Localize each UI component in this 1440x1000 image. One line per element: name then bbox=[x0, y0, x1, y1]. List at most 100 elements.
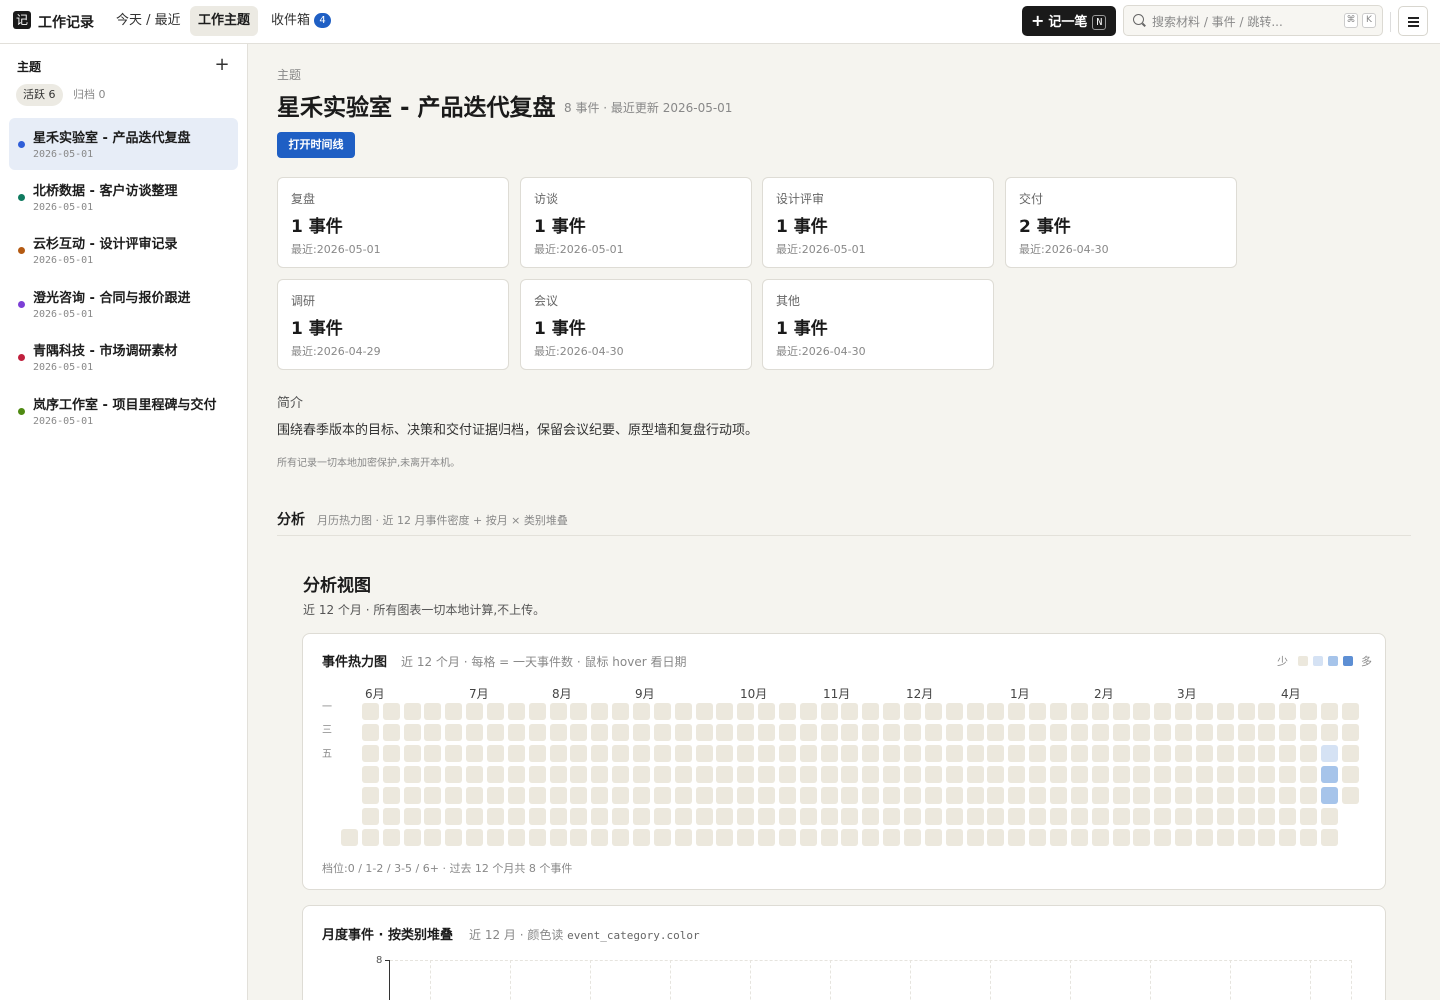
heatmap-day-cell[interactable] bbox=[1195, 808, 1213, 825]
heatmap-day-cell[interactable] bbox=[716, 724, 734, 741]
heatmap-day-cell[interactable] bbox=[591, 745, 609, 762]
heatmap-day-cell[interactable] bbox=[1049, 787, 1067, 804]
heatmap-day-cell[interactable] bbox=[799, 724, 817, 741]
add-topic-icon[interactable]: + bbox=[214, 54, 230, 75]
heatmap-day-cell[interactable] bbox=[487, 787, 504, 804]
heatmap-day-cell[interactable] bbox=[820, 766, 838, 783]
heatmap-day-cell[interactable] bbox=[632, 787, 650, 804]
heatmap-day-cell[interactable] bbox=[1112, 703, 1130, 720]
heatmap-day-cell[interactable] bbox=[716, 703, 734, 720]
heatmap-day-cell[interactable] bbox=[924, 808, 942, 825]
heatmap-day-cell[interactable] bbox=[424, 808, 442, 825]
heatmap-day-cell[interactable] bbox=[591, 766, 609, 783]
heatmap-day-cell[interactable] bbox=[1008, 745, 1026, 762]
heatmap-day-cell[interactable] bbox=[1300, 724, 1318, 741]
heatmap-day-cell[interactable] bbox=[1341, 745, 1359, 762]
heatmap-day-cell[interactable] bbox=[778, 787, 796, 804]
heatmap-day-cell[interactable] bbox=[1341, 766, 1359, 783]
heatmap-day-cell[interactable] bbox=[507, 766, 525, 783]
heatmap-day-cell[interactable] bbox=[966, 787, 984, 804]
heatmap-day-cell[interactable] bbox=[1091, 724, 1109, 741]
heatmap-day-cell[interactable] bbox=[758, 703, 775, 720]
heatmap-day-cell[interactable] bbox=[1237, 787, 1255, 804]
heatmap-day-cell[interactable] bbox=[1133, 766, 1151, 783]
heatmap-day-cell[interactable] bbox=[966, 829, 984, 846]
heatmap-day-cell[interactable] bbox=[924, 829, 942, 846]
heatmap-day-cell[interactable] bbox=[445, 745, 463, 762]
heatmap-day-cell[interactable] bbox=[487, 745, 504, 762]
heatmap-day-cell[interactable] bbox=[1321, 703, 1338, 720]
heatmap-day-cell[interactable] bbox=[424, 787, 442, 804]
heatmap-day-cell[interactable] bbox=[1070, 808, 1088, 825]
heatmap-day-cell[interactable] bbox=[361, 787, 379, 804]
app-name[interactable]: 工作记录 bbox=[38, 12, 94, 32]
heatmap-day-cell[interactable] bbox=[987, 829, 1005, 846]
heatmap-day-cell[interactable] bbox=[862, 724, 880, 741]
heatmap-day-cell[interactable] bbox=[1133, 745, 1151, 762]
heatmap-day-cell[interactable] bbox=[1300, 745, 1318, 762]
heatmap-day-cell[interactable] bbox=[1237, 703, 1255, 720]
heatmap-day-cell[interactable] bbox=[1008, 808, 1026, 825]
heatmap-day-cell[interactable] bbox=[549, 724, 567, 741]
heatmap-day-cell[interactable] bbox=[528, 724, 546, 741]
heatmap-day-cell[interactable] bbox=[841, 724, 859, 741]
heatmap-day-cell[interactable] bbox=[695, 766, 713, 783]
heatmap-day-cell[interactable] bbox=[1008, 703, 1026, 720]
heatmap-day-cell[interactable] bbox=[883, 829, 901, 846]
heatmap-day-cell[interactable] bbox=[1237, 745, 1255, 762]
heatmap-day-cell[interactable] bbox=[904, 703, 921, 720]
heatmap-day-cell[interactable] bbox=[674, 808, 692, 825]
heatmap-day-cell[interactable] bbox=[382, 703, 400, 720]
heatmap-day-cell[interactable] bbox=[549, 787, 567, 804]
heatmap-day-cell[interactable] bbox=[883, 745, 901, 762]
heatmap-day-cell[interactable] bbox=[1300, 829, 1318, 846]
heatmap-day-cell[interactable] bbox=[737, 766, 755, 783]
heatmap-day-cell[interactable] bbox=[1279, 745, 1297, 762]
heatmap-day-cell[interactable] bbox=[987, 766, 1005, 783]
heatmap-day-cell[interactable] bbox=[653, 787, 671, 804]
heatmap-day-cell[interactable] bbox=[716, 808, 734, 825]
heatmap-day-cell[interactable] bbox=[632, 703, 650, 720]
heatmap-day-cell[interactable] bbox=[445, 703, 463, 720]
heatmap-day-cell[interactable] bbox=[778, 745, 796, 762]
heatmap-day-cell[interactable] bbox=[1195, 724, 1213, 741]
heatmap-day-cell[interactable] bbox=[1029, 808, 1047, 825]
heatmap-day-cell[interactable] bbox=[841, 829, 859, 846]
heatmap-day-cell[interactable] bbox=[1070, 787, 1088, 804]
heatmap-day-cell[interactable] bbox=[570, 787, 588, 804]
heatmap-day-cell[interactable] bbox=[632, 724, 650, 741]
heatmap-day-cell[interactable] bbox=[403, 808, 421, 825]
heatmap-day-cell[interactable] bbox=[758, 766, 775, 783]
heatmap-day-cell[interactable] bbox=[904, 766, 921, 783]
heatmap-day-cell[interactable] bbox=[1321, 724, 1338, 741]
heatmap-day-cell[interactable] bbox=[883, 766, 901, 783]
heatmap-day-cell[interactable] bbox=[424, 703, 442, 720]
heatmap-day-cell[interactable] bbox=[591, 703, 609, 720]
heatmap-day-cell[interactable] bbox=[1133, 808, 1151, 825]
heatmap-day-cell[interactable] bbox=[862, 766, 880, 783]
heatmap-day-cell[interactable] bbox=[507, 724, 525, 741]
heatmap-day-cell[interactable] bbox=[737, 808, 755, 825]
heatmap-day-cell[interactable] bbox=[862, 829, 880, 846]
heatmap-day-cell[interactable] bbox=[799, 787, 817, 804]
heatmap-day-cell[interactable] bbox=[758, 787, 775, 804]
heatmap-day-cell[interactable] bbox=[361, 703, 379, 720]
heatmap-day-cell[interactable] bbox=[1008, 787, 1026, 804]
nav-topics[interactable]: 工作主题 bbox=[190, 6, 259, 36]
heatmap-day-cell[interactable] bbox=[570, 703, 588, 720]
heatmap-day-cell[interactable] bbox=[1341, 787, 1359, 804]
heatmap-day-cell[interactable] bbox=[487, 724, 504, 741]
heatmap-day-cell[interactable] bbox=[1321, 787, 1338, 804]
heatmap-day-cell[interactable] bbox=[528, 745, 546, 762]
heatmap-day-cell[interactable] bbox=[758, 724, 775, 741]
heatmap-day-cell[interactable] bbox=[758, 829, 775, 846]
heatmap-day-cell[interactable] bbox=[799, 808, 817, 825]
app-logo-icon[interactable]: 记 bbox=[13, 11, 31, 29]
heatmap-day-cell[interactable] bbox=[612, 724, 630, 741]
heatmap-day-cell[interactable] bbox=[1133, 703, 1151, 720]
heatmap-day-cell[interactable] bbox=[1029, 766, 1047, 783]
heatmap-day-cell[interactable] bbox=[1300, 703, 1318, 720]
heatmap-day-cell[interactable] bbox=[1133, 829, 1151, 846]
topic-item[interactable]: 岚序工作室 - 项目里程碑与交付 2026-05-01 bbox=[9, 385, 238, 437]
menu-button[interactable] bbox=[1398, 6, 1428, 36]
